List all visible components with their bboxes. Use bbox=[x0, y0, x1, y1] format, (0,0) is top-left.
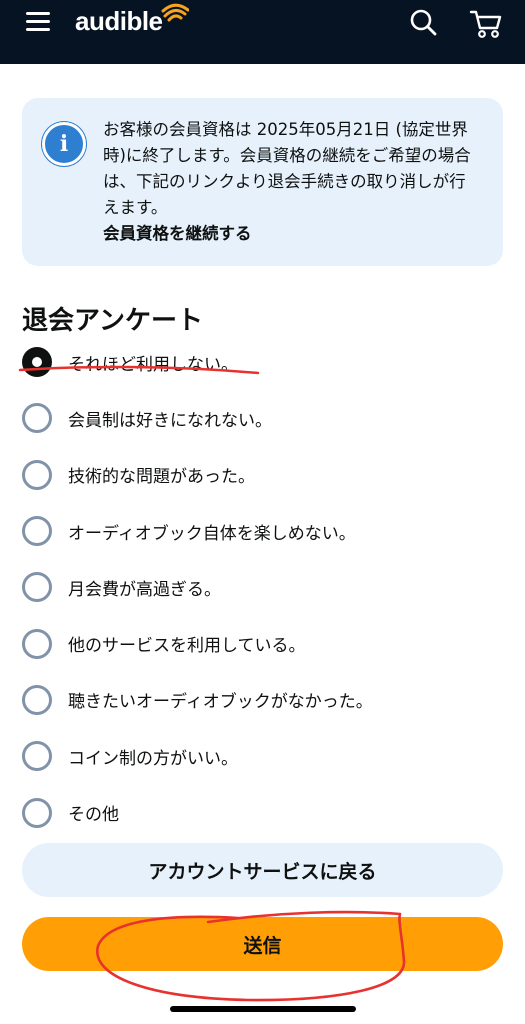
radio-button[interactable] bbox=[22, 459, 52, 490]
membership-notice: i お客様の会員資格は 2025年05月21日 (協定世界時)に終了します。会員… bbox=[22, 98, 503, 266]
audible-logo-waves-icon bbox=[161, 3, 189, 22]
survey-options: それほど利用しない。会員制は好きになれない。 技術的な問題があった。オーディオブッ… bbox=[22, 334, 502, 841]
radio-button[interactable] bbox=[22, 741, 52, 772]
survey-option-label: 会員制は好きになれない。 bbox=[68, 410, 272, 431]
survey-option[interactable]: 会員制は好きになれない。 bbox=[22, 390, 502, 446]
radio-button[interactable] bbox=[22, 797, 52, 828]
search-icon[interactable] bbox=[410, 8, 438, 38]
submit-button[interactable]: 送信 bbox=[22, 917, 503, 971]
survey-title: 退会アンケート bbox=[22, 306, 203, 336]
survey-option[interactable]: 月会費が高過ぎる。 bbox=[22, 559, 502, 615]
radio-button[interactable] bbox=[22, 628, 52, 659]
survey-option-label: 技術的な問題があった。 bbox=[68, 467, 255, 488]
continue-membership-link[interactable]: 会員資格を継続する bbox=[103, 221, 475, 247]
survey-option[interactable]: コイン制の方がいい。 bbox=[22, 728, 502, 784]
radio-button[interactable] bbox=[22, 347, 52, 378]
survey-option[interactable]: 聴きたいオーディオブックがなかった。 bbox=[22, 672, 502, 728]
back-to-account-services-button[interactable]: アカウントサービスに戻る bbox=[22, 843, 503, 897]
radio-button[interactable] bbox=[22, 516, 52, 547]
survey-option-label: 月会費が高過ぎる。 bbox=[68, 579, 221, 600]
radio-button[interactable] bbox=[22, 572, 52, 603]
top-navigation-bar: audible bbox=[0, 0, 525, 64]
menu-icon[interactable] bbox=[26, 12, 50, 32]
survey-option[interactable]: 他のサービスを利用している。 bbox=[22, 615, 502, 671]
audible-logo[interactable]: audible bbox=[75, 6, 163, 37]
survey-option[interactable]: 技術的な問題があった。 bbox=[22, 447, 502, 503]
notice-text-block: お客様の会員資格は 2025年05月21日 (協定世界時)に終了します。会員資格… bbox=[103, 117, 475, 247]
survey-option-label: コイン制の方がいい。 bbox=[68, 748, 238, 769]
survey-option[interactable]: それほど利用しない。 bbox=[22, 334, 502, 390]
notice-message: お客様の会員資格は 2025年05月21日 (協定世界時)に終了します。会員資格… bbox=[103, 120, 471, 217]
survey-option-label: オーディオブック自体を楽しめない。 bbox=[68, 523, 356, 544]
survey-option-label: 他のサービスを利用している。 bbox=[68, 636, 306, 657]
radio-button[interactable] bbox=[22, 403, 52, 434]
cart-icon[interactable] bbox=[469, 8, 503, 40]
radio-button[interactable] bbox=[22, 684, 52, 715]
survey-option-label: それほど利用しない。 bbox=[68, 354, 238, 375]
survey-option-label: その他 bbox=[68, 805, 119, 826]
survey-option-label: 聴きたいオーディオブックがなかった。 bbox=[68, 692, 373, 713]
info-icon: i bbox=[42, 122, 86, 166]
home-indicator bbox=[170, 1006, 356, 1012]
survey-option[interactable]: その他 bbox=[22, 784, 502, 840]
survey-option[interactable]: オーディオブック自体を楽しめない。 bbox=[22, 503, 502, 559]
